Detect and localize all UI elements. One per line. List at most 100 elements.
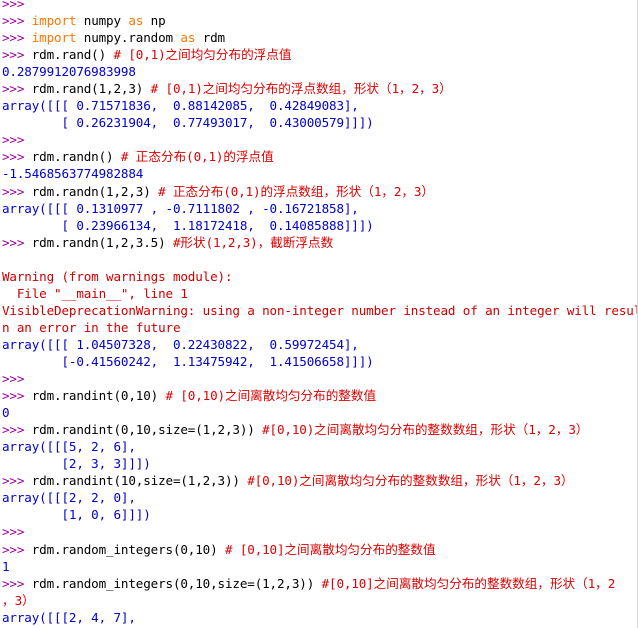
output-token: array([[[ 1.04507328, 0.22430822, 0.5997… [2, 336, 359, 352]
prompt-marker: >>> [2, 149, 25, 165]
cjk-text-run: 之间离散均匀分布的整数数组，形状（ [299, 473, 514, 489]
output-token: array([[[2, 4, 7], [2, 609, 136, 625]
console-line: >>> rdm.randn() # 正态分布(0,1)的浮点值 [2, 148, 630, 165]
output-token: array([[[5, 2, 6], [2, 439, 136, 455]
cjk-text-run: 正态分布 [172, 183, 224, 199]
ascii-text-run: 2 [411, 81, 420, 97]
error-token: Warning (from warnings module): [2, 268, 233, 284]
cjk-text-run: 形状 [180, 234, 206, 250]
ascii-text-run: # [0,1) [113, 47, 166, 63]
output-token: 0.2879912076983998 [2, 64, 136, 80]
cjk-text-run: 的浮点值 [223, 149, 274, 165]
output-token: array([[[2, 2, 0], [2, 490, 136, 506]
cjk-text-run: ， [2, 592, 15, 608]
console-line: >>> import numpy.random as rdm [2, 29, 630, 46]
console-line: VisibleDeprecationWarning: using a non-i… [2, 302, 637, 319]
output-token: array([[[ 0.1310977 , -0.7111802 , -0.16… [2, 200, 359, 216]
code-token: rdm.randn() [24, 149, 121, 165]
prompt-marker: >>> [2, 183, 25, 199]
code-token: rdm.rand() [24, 47, 114, 63]
cjk-text-run: 的浮点数组，形状（ [260, 183, 374, 199]
cjk-text-run: ， [419, 81, 432, 97]
ascii-text-run: 2 [533, 473, 541, 489]
console-output-area[interactable]: >>> >>> import numpy as np >>> import nump… [0, 0, 637, 628]
cjk-text-run: 之间均匀分布的浮点值 [165, 47, 292, 63]
console-line: >>> import numpy as np [2, 12, 630, 29]
console-line: Warning (from warnings module): [2, 268, 630, 285]
ascii-text-run: #[0,10] [321, 575, 374, 591]
prompt-marker: >>> [2, 47, 25, 63]
python-shell-window[interactable]: >>> >>> import numpy as np >>> import nump… [0, 0, 638, 628]
output-token: [2, 3, 3]]]) [2, 456, 151, 472]
output-token: [ 0.23966134, 1.18172418, 0.14085888]]]) [2, 217, 374, 233]
prompt-marker: >>> [2, 13, 32, 29]
console-line: >>> rdm.random_integers(0,10) # [0,10]之间… [2, 541, 630, 558]
prompt-marker: >>> [2, 81, 25, 97]
cjk-text-run: ） [560, 473, 574, 489]
ascii-text-run: 1 [513, 473, 521, 489]
console-line: array([[[5, 2, 6], [2, 438, 630, 455]
code-token: rdm.random_integers(0,10,size=(1,2,3)) [24, 575, 322, 591]
ascii-text-run: #[0,10) [262, 422, 315, 438]
cjk-text-run: ， [540, 473, 554, 489]
prompt-marker: >>> [2, 524, 25, 540]
cjk-text-run: ） [22, 592, 35, 608]
output-token: [1, 0, 6]]]) [2, 507, 151, 523]
console-line: >>> rdm.randint(0,10) # [0,10)之间离散均匀分布的整… [2, 387, 630, 404]
cjk-text-run: 之间离散均匀分布的整数值 [284, 541, 436, 557]
console-line: -1.5468563774982884 [2, 165, 630, 182]
ascii-text-run: 1 [391, 81, 400, 97]
ascii-text-run: 2 [548, 422, 556, 438]
prompt-marker: >>> [2, 422, 25, 438]
prompt-marker: >>> [2, 234, 25, 250]
console-line: >>> rdm.rand() # [0,1)之间均匀分布的浮点值 [2, 46, 630, 63]
ascii-text-run: 3 [431, 81, 440, 97]
keyword-token: as [128, 13, 144, 29]
cjk-text-run: ， [535, 422, 549, 438]
error-token: n an error in the future [2, 319, 181, 335]
console-line: >>> rdm.rand(1,2,3) # [0,1)之间均匀分布的浮点数组，形… [2, 80, 630, 97]
console-line: array([[[ 0.1310977 , -0.7111802 , -0.16… [2, 200, 630, 217]
ascii-text-run: # [158, 183, 173, 199]
console-line: >>> [2, 0, 630, 12]
error-token: VisibleDeprecationWarning: using a non-i… [2, 302, 638, 318]
ascii-text-run: # [0,10] [224, 541, 285, 557]
console-line: >>> [2, 131, 630, 148]
cjk-text-run: ，截断浮点数 [257, 234, 334, 250]
console-line: array([[[2, 2, 0], [2, 489, 630, 506]
prompt-marker: >>> [2, 371, 25, 387]
console-line: [2, 3, 3]]]) [2, 455, 630, 472]
ascii-text-run: 3 [14, 592, 23, 608]
ascii-text-run: # [0,1) [150, 81, 203, 97]
error-token: File "__main__", line 1 [2, 285, 188, 301]
cjk-text-run: ） [439, 81, 452, 97]
console-line: 1 [2, 558, 630, 575]
output-token: array([[[ 0.71571836, 0.88142085, 0.4284… [2, 98, 359, 114]
output-token: 0 [2, 405, 10, 421]
code-token: rdm.random_integers(0,10) [24, 541, 225, 557]
prompt-marker: >>> [2, 388, 25, 404]
ascii-text-run: (0,1) [186, 149, 224, 165]
code-token: rdm.randint(0,10) [24, 388, 166, 404]
code-token: rdm.randint(10,size=(1,2,3)) [24, 473, 248, 489]
console-line: >>> [2, 523, 630, 540]
prompt-marker: >>> [2, 575, 25, 591]
console-line: 0 [2, 404, 630, 421]
ascii-text-run: (1,2,3) [205, 234, 258, 250]
ascii-text-run: # [0,10) [165, 388, 226, 404]
keyword-token: import [31, 13, 77, 29]
prompt-marker: >>> [2, 541, 25, 557]
prompt-marker: >>> [2, 132, 25, 148]
ascii-text-run: 3 [568, 422, 576, 438]
cjk-text-run: 之间均匀分布的浮点数组，形状（ [202, 81, 392, 97]
console-line: array([[[2, 4, 7], [2, 609, 630, 626]
console-line: >>> rdm.randint(0,10,size=(1,2,3)) #[0,1… [2, 421, 630, 438]
ascii-text-run: 3 [553, 473, 561, 489]
cjk-text-run: ） [575, 422, 589, 438]
console-line: >>> rdm.randint(10,size=(1,2,3)) #[0,10)… [2, 472, 630, 489]
cjk-text-run: ， [555, 422, 569, 438]
cjk-text-run: ， [399, 81, 412, 97]
code-token: rdm.rand(1,2,3) [24, 81, 151, 97]
output-token: [ 0.26231904, 0.77493017, 0.43000579]]]) [2, 115, 374, 131]
